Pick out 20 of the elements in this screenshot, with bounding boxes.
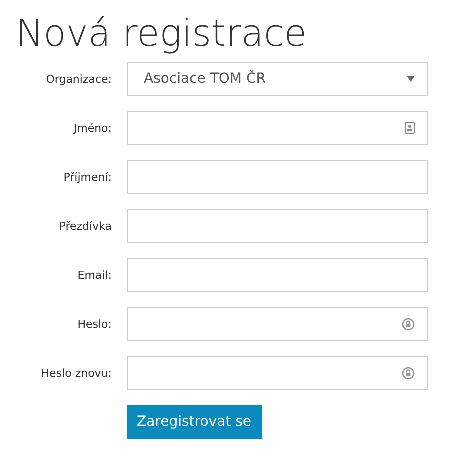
input-field[interactable] [127,356,428,390]
field-label: Heslo: [76,318,112,330]
contact-card-icon [405,122,415,134]
field-label: Jméno: [72,122,112,134]
field-label: Organizace: [45,72,112,86]
field-label: Heslo znovu: [40,366,112,380]
input-field[interactable] [127,111,428,145]
field-label: Přezdívka [58,220,112,232]
lock-icon [402,366,415,380]
register-button[interactable]: Zaregistrovat se [127,405,262,439]
input-field[interactable] [127,307,428,341]
input-field[interactable] [127,160,428,194]
field-label: Příjmení: [62,170,112,184]
field-label: Email: [76,268,112,282]
caret-icon [407,76,415,82]
lock-icon [402,318,415,330]
organization-select[interactable]: Asociace TOM ČR [127,62,428,96]
input-field[interactable] [127,258,428,292]
page-title: Nová registrace [16,12,308,56]
input-field[interactable] [127,209,428,243]
